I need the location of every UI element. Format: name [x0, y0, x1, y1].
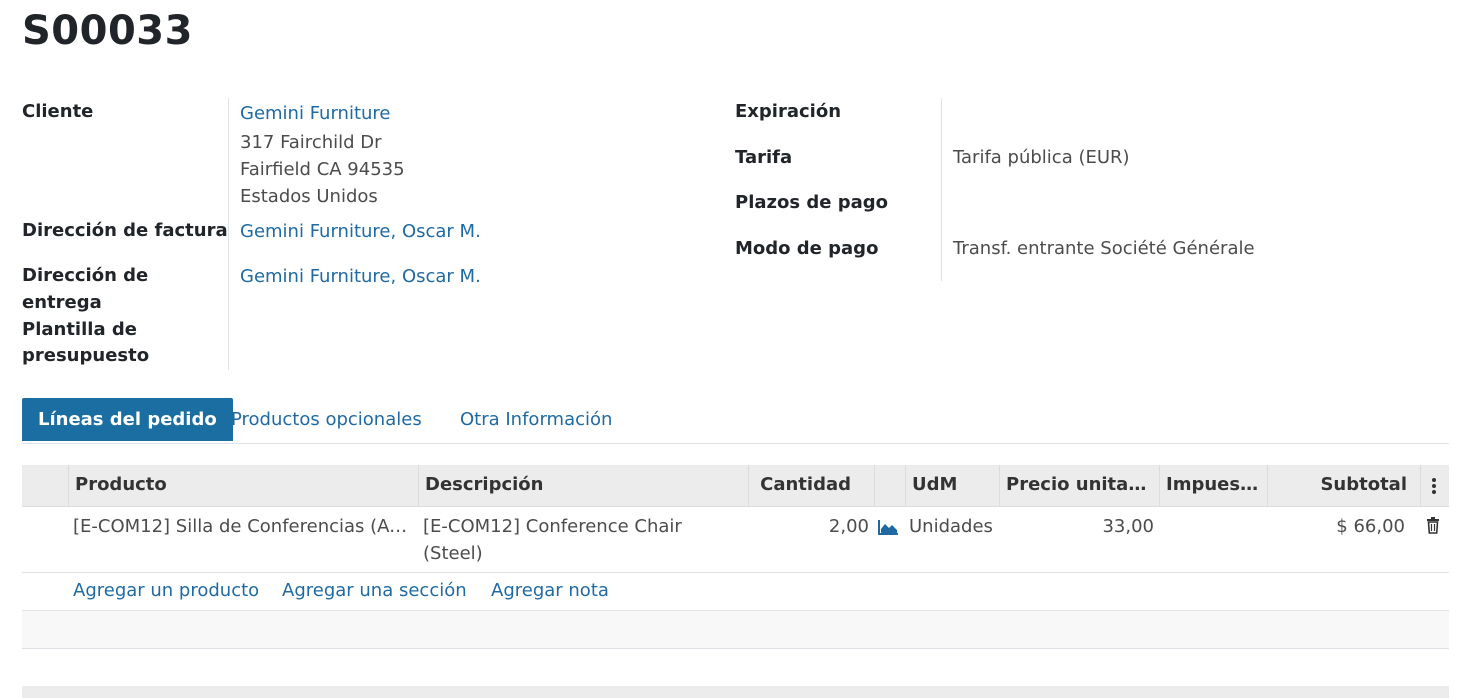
forecast-column-header	[874, 465, 905, 507]
delivery-address-label-line1: Dirección de	[22, 265, 149, 286]
table-row[interactable]: [E-COM12] Silla de Conferencias (Acero) …	[22, 507, 1449, 573]
add-line-row: Agregar un producto Agregar una sección …	[22, 573, 1449, 611]
payment-terms-label: Plazos de pago	[735, 192, 888, 213]
line-description-line1[interactable]: [E-COM12] Conference Chair	[423, 513, 682, 540]
tab-order-lines[interactable]: Líneas del pedido	[22, 398, 233, 441]
page-title: S00033	[22, 8, 193, 54]
expiration-label: Expiración	[735, 101, 842, 122]
payment-method-value[interactable]: Transf. entrante Société Générale	[953, 235, 1255, 262]
add-product-link[interactable]: Agregar un producto	[73, 580, 259, 601]
pricelist-value[interactable]: Tarifa pública (EUR)	[953, 144, 1130, 171]
column-header-unit-price[interactable]: Precio unitario	[999, 465, 1159, 507]
add-section-link[interactable]: Agregar una sección	[282, 580, 467, 601]
customer-label: Cliente	[22, 101, 94, 122]
column-header-taxes[interactable]: Impuestos	[1159, 465, 1267, 507]
column-header-uom[interactable]: UdM	[905, 465, 999, 507]
pricelist-label: Tarifa	[735, 147, 793, 168]
area-chart-icon[interactable]	[878, 519, 899, 535]
line-subtotal: $ 66,00	[1336, 516, 1405, 537]
customer-address-line1: 317 Fairchild Dr	[240, 132, 382, 153]
table-footer-bar	[22, 686, 1449, 698]
empty-row	[22, 611, 1449, 649]
delivery-address-link[interactable]: Gemini Furniture, Oscar M.	[240, 263, 481, 290]
right-divider	[941, 98, 942, 281]
line-uom[interactable]: Unidades	[909, 513, 993, 540]
invoice-address-link[interactable]: Gemini Furniture, Oscar M.	[240, 218, 481, 245]
tab-other-info[interactable]: Otra Información	[460, 398, 612, 441]
line-product[interactable]: [E-COM12] Silla de Conferencias (Acero)	[73, 513, 411, 540]
customer-address-line3: Estados Unidos	[240, 186, 378, 207]
invoice-address-label: Dirección de factura	[22, 220, 228, 241]
handle-column-header	[22, 465, 68, 507]
column-header-quantity[interactable]: Cantidad	[748, 465, 874, 507]
left-divider	[228, 98, 229, 370]
customer-link[interactable]: Gemini Furniture	[240, 100, 391, 127]
quote-template-label-line1: Plantilla de	[22, 319, 137, 340]
column-header-subtotal[interactable]: Subtotal	[1267, 465, 1420, 507]
trash-icon[interactable]	[1426, 517, 1440, 534]
delivery-address-label-line2: entrega	[22, 292, 102, 313]
line-unit-price[interactable]: 33,00	[999, 513, 1154, 540]
payment-method-label: Modo de pago	[735, 238, 879, 259]
column-header-product[interactable]: Producto	[68, 465, 418, 507]
notebook-tabs: Líneas del pedido Productos opcionales O…	[22, 398, 1449, 444]
table-header: Producto Descripción Cantidad UdM Precio…	[22, 465, 1449, 507]
line-quantity[interactable]: 2,00	[748, 513, 869, 540]
column-header-description[interactable]: Descripción	[418, 465, 748, 507]
tab-optional-products[interactable]: Productos opcionales	[231, 398, 422, 441]
customer-address-line2: Fairfield CA 94535	[240, 159, 405, 180]
quote-template-label-line2: presupuesto	[22, 345, 150, 366]
kebab-menu-icon	[1432, 478, 1436, 494]
optional-columns-toggle[interactable]	[1420, 465, 1449, 507]
line-description-line2[interactable]: (Steel)	[423, 540, 483, 567]
add-note-link[interactable]: Agregar nota	[491, 580, 609, 601]
